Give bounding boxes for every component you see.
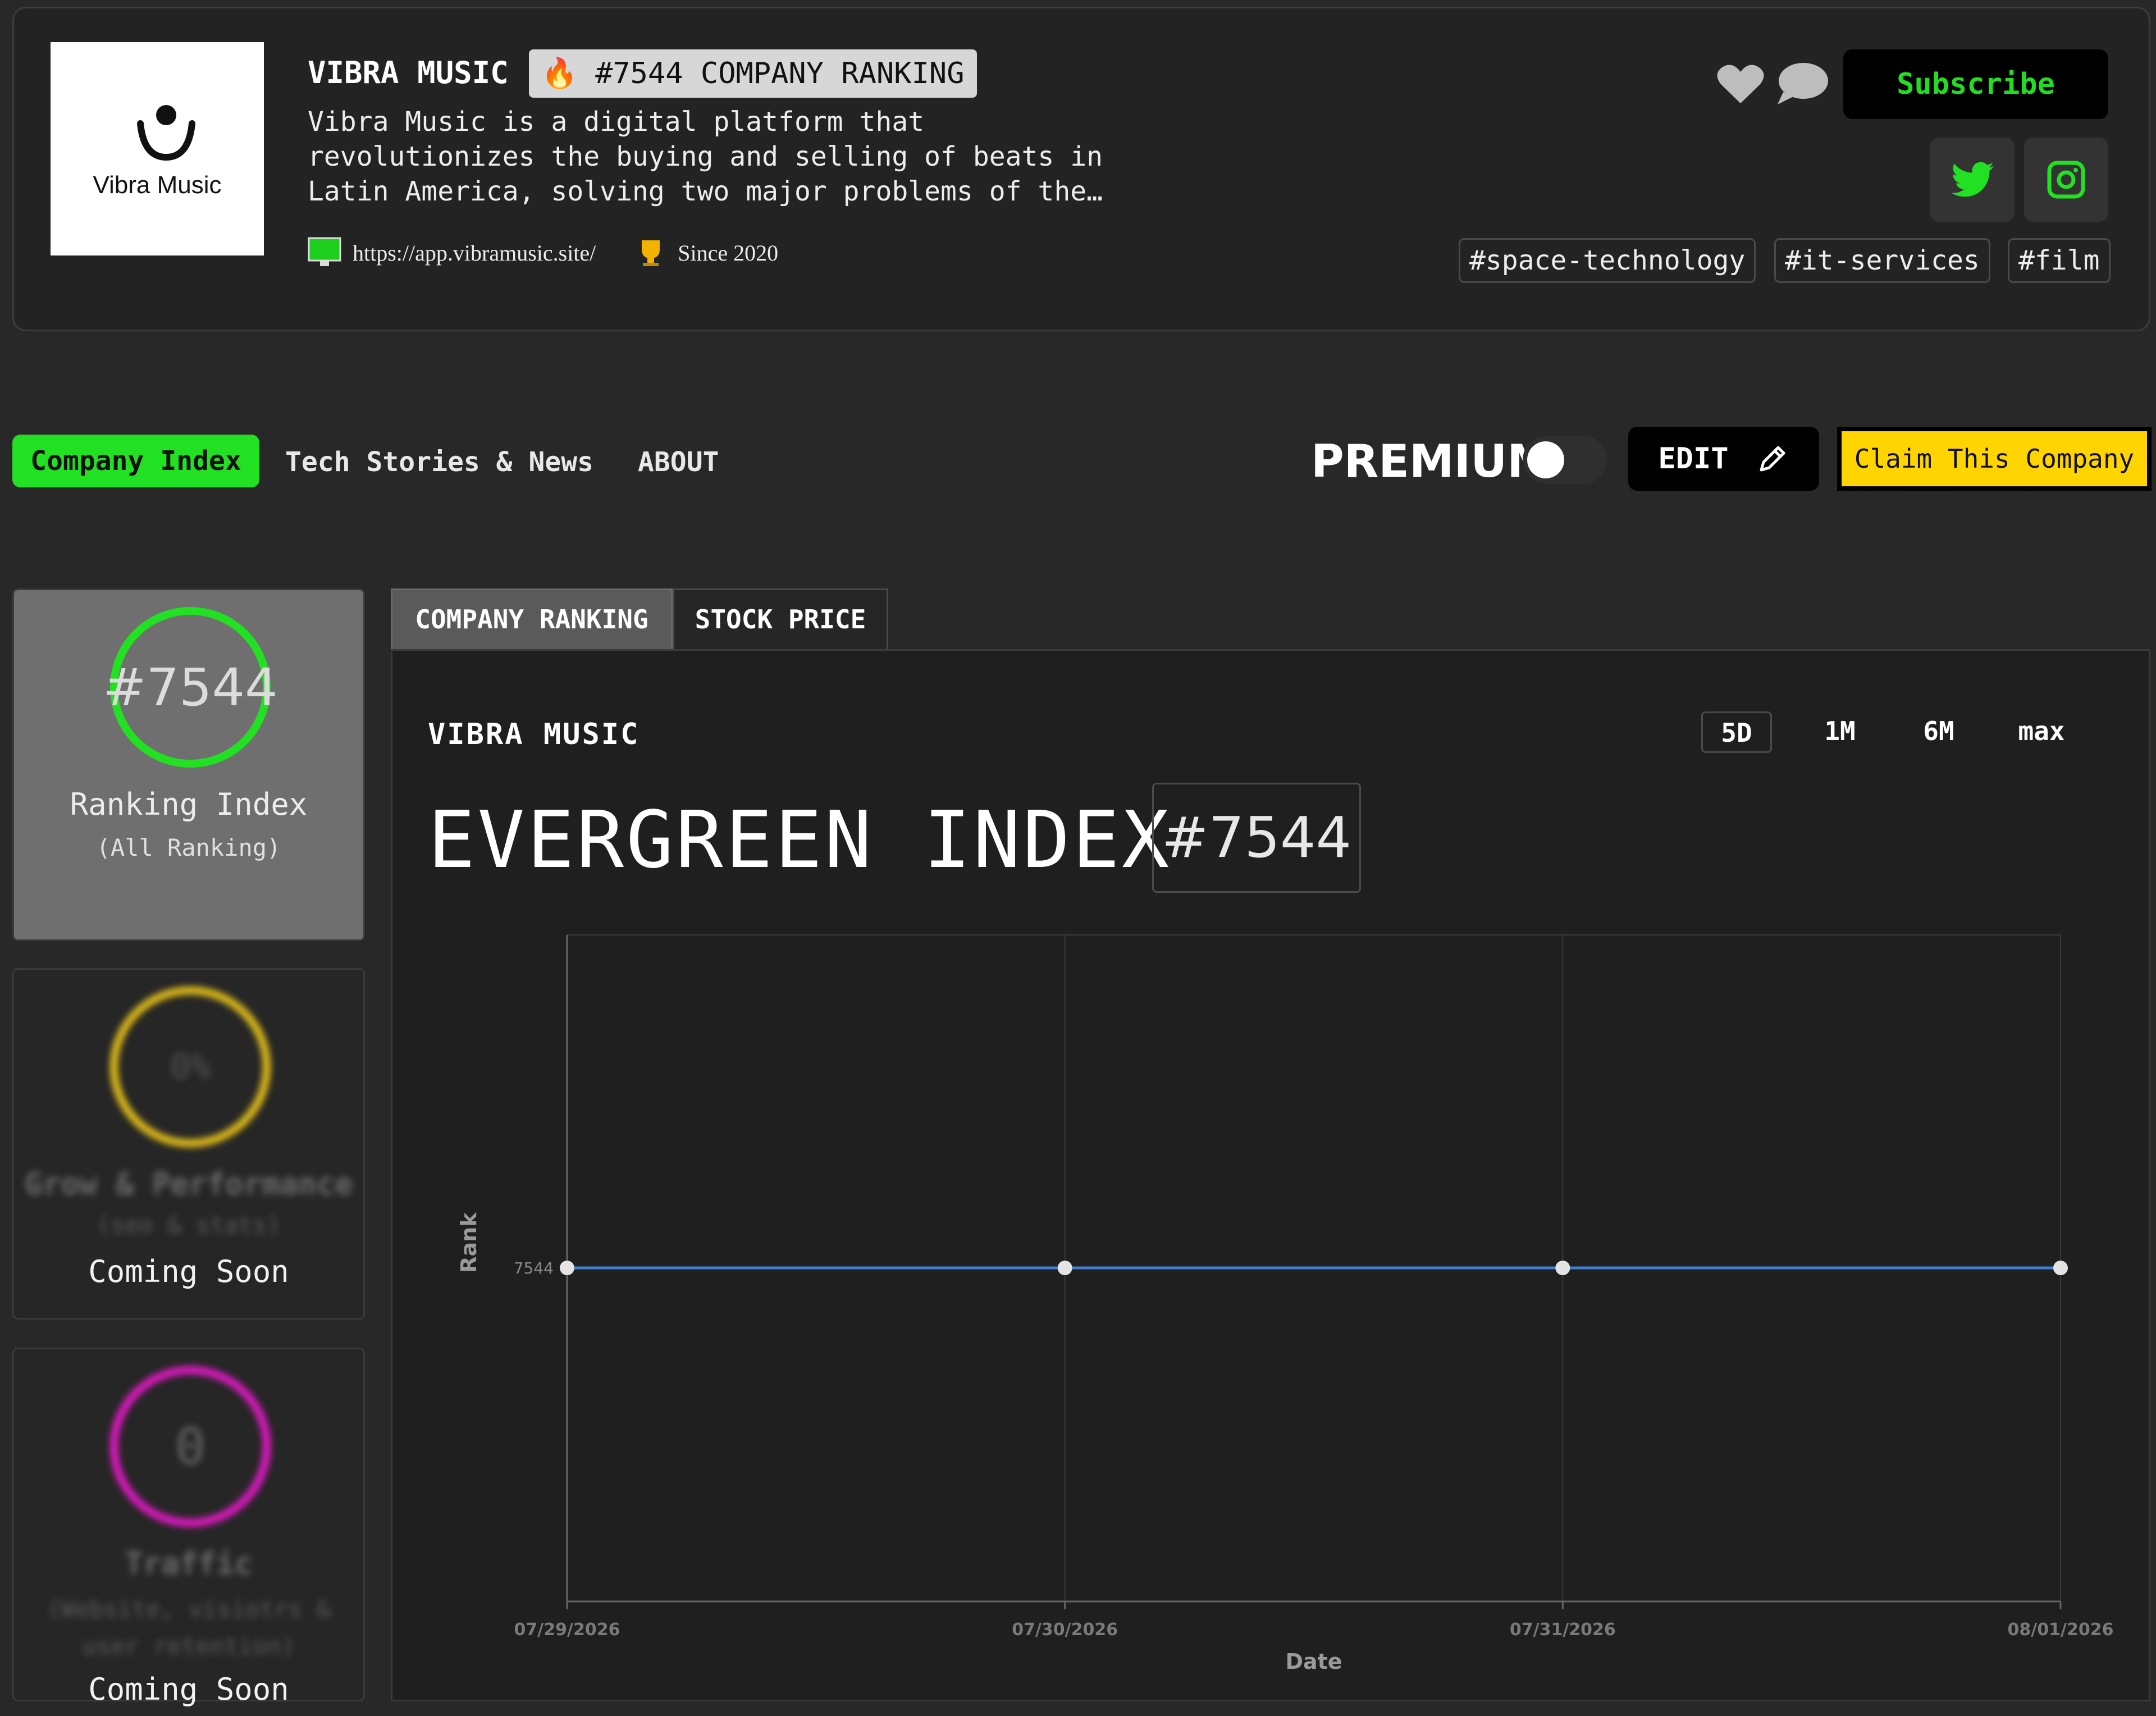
x-tick-label: 07/29/2026 [514, 1620, 620, 1640]
data-point [1555, 1261, 1570, 1275]
data-point [2053, 1261, 2068, 1275]
x-tick-label: 07/31/2026 [1510, 1620, 1616, 1640]
y-axis-title: Rank [456, 1212, 481, 1273]
y-tick-label: 7544 [514, 1259, 554, 1277]
x-axis-title: Date [1285, 1649, 1342, 1674]
x-tick-label: 07/30/2026 [1012, 1620, 1118, 1640]
data-point [560, 1261, 574, 1275]
x-tick-label: 08/01/2026 [2008, 1620, 2114, 1640]
rank-line-chart: 07/29/2026 07/30/2026 07/31/2026 08/01/2026… [456, 934, 2114, 1674]
data-point [1057, 1261, 1072, 1275]
